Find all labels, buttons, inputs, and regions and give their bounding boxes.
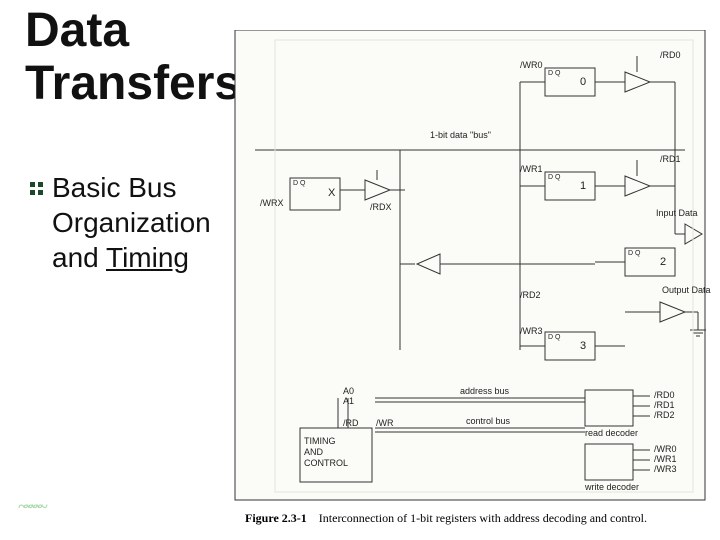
label-a0: A0 xyxy=(343,386,354,396)
caption-prefix: Figure 2.3-1 xyxy=(245,511,307,525)
label-rd0-out: /RD0 xyxy=(654,390,675,400)
label-wr1-out: /WR1 xyxy=(654,454,677,464)
label-wr1: /WR1 xyxy=(520,164,543,174)
label-rd2: /RD2 xyxy=(520,290,541,300)
slide-title: Data Transfers xyxy=(25,5,241,111)
block-diagram: 1-bit data "bus" /WRX /RDX X 0 1 2 3 /WR… xyxy=(230,30,710,510)
label-dq-2: D Q xyxy=(628,250,640,257)
label-a1: A1 xyxy=(343,396,354,406)
label-dq-3: D Q xyxy=(548,334,560,341)
bullet-item: Basic Bus Organization and Timing xyxy=(30,170,211,275)
label-wr3: /WR3 xyxy=(520,326,543,336)
bullet-icon xyxy=(30,182,44,196)
label-rd2-out: /RD2 xyxy=(654,410,675,420)
label-wr3-out: /WR3 xyxy=(654,464,677,474)
label-rd1: /RD1 xyxy=(660,154,681,164)
bullet-text: Basic Bus Organization and Timing xyxy=(52,170,211,275)
bullet-line-3b: Timing xyxy=(106,242,189,273)
label-reg1: 1 xyxy=(580,180,586,192)
label-dq-0: D Q xyxy=(548,70,560,77)
label-rd1-out: /RD1 xyxy=(654,400,675,410)
label-rd: /RD xyxy=(343,418,359,428)
caption-text: Interconnection of 1-bit registers with … xyxy=(319,511,647,525)
label-reg2: 2 xyxy=(660,256,666,268)
slide: Data Transfers Basic Bus Organization an… xyxy=(0,0,720,540)
label-dq-1: D Q xyxy=(548,174,560,181)
bullet-line-1: Basic Bus xyxy=(52,172,177,203)
label-wr0: /WR0 xyxy=(520,60,543,70)
label-read-decoder: read decoder xyxy=(585,428,638,438)
label-write-decoder: write decoder xyxy=(585,482,639,492)
decorative-squiggle: ~~~~~ xyxy=(18,496,138,526)
label-reg0: 0 xyxy=(580,76,586,88)
label-rdx: /RDX xyxy=(370,202,392,212)
bullet-line-3a: and xyxy=(52,242,106,273)
label-reg3: 3 xyxy=(580,340,586,352)
label-x: X xyxy=(328,187,335,199)
label-address-bus: address bus xyxy=(460,386,509,396)
label-dq-x: D Q xyxy=(293,180,305,187)
label-rd0: /RD0 xyxy=(660,50,681,60)
label-wrx: /WRX xyxy=(260,198,284,208)
label-timing-control: TIMING AND CONTROL xyxy=(304,436,348,468)
label-data-bus: 1-bit data "bus" xyxy=(430,130,491,140)
title-line-1: Data xyxy=(25,5,241,58)
label-wr: /WR xyxy=(376,418,394,428)
bullet-line-2: Organization xyxy=(52,207,211,238)
figure-caption: Figure 2.3-1 Interconnection of 1-bit re… xyxy=(245,511,647,526)
label-output-data: Output Data xyxy=(662,285,711,295)
label-control-bus: control bus xyxy=(466,416,510,426)
title-line-2: Transfers xyxy=(25,58,241,111)
label-wr0-out: /WR0 xyxy=(654,444,677,454)
label-input-data: Input Data xyxy=(656,208,698,218)
